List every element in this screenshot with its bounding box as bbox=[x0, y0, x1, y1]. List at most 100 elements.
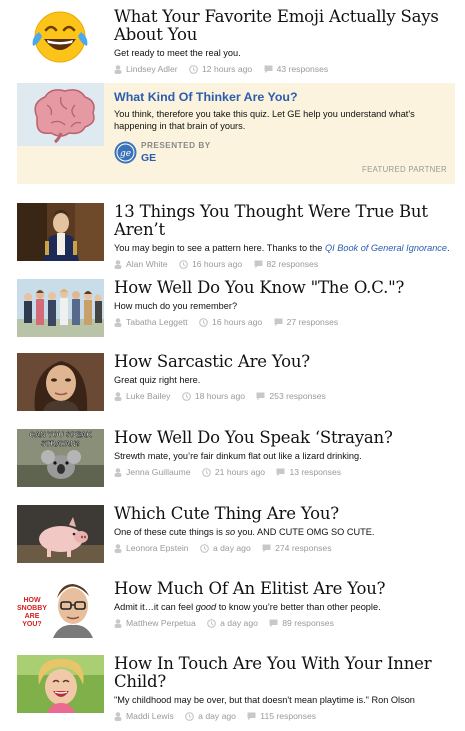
post-time: a day ago bbox=[220, 618, 258, 628]
author-name[interactable]: Jenna Guillaume bbox=[126, 467, 191, 477]
featured-description: You think, therefore you take this quiz.… bbox=[114, 109, 415, 131]
laughing-crying-emoji-icon bbox=[32, 11, 88, 63]
quiz-item-body: 13 Things You Thought Were True But Aren… bbox=[114, 203, 457, 271]
user-icon bbox=[114, 259, 122, 269]
quiz-item-body: How Well Do You Know "The O.C."? How muc… bbox=[114, 279, 457, 329]
quiz-item-body: What Your Favorite Emoji Actually Says A… bbox=[114, 8, 457, 76]
desc-text: You may begin to see a pattern here. bbox=[114, 243, 265, 253]
quiz-title[interactable]: How In Touch Are You With Your Inner Chi… bbox=[114, 655, 457, 691]
desc-text-end: you. AND CUTE OMG SO CUTE. bbox=[235, 527, 375, 537]
presented-label: PRESENTED BY bbox=[141, 141, 211, 150]
featured-title[interactable]: What Kind Of Thinker Are You? bbox=[114, 90, 447, 104]
quiz-meta: Jenna Guillaume 21 hours ago 13 response… bbox=[114, 467, 457, 479]
clock-icon bbox=[181, 391, 191, 401]
quiz-title[interactable]: 13 Things You Thought Were True But Aren… bbox=[114, 203, 457, 239]
response-count[interactable]: 115 responses bbox=[260, 711, 316, 721]
quiz-description: Strewth mate, you’re fair dinkum flat ou… bbox=[114, 451, 362, 461]
user-icon bbox=[114, 618, 122, 628]
author-name[interactable]: Matthew Perpetua bbox=[126, 618, 196, 628]
quiz-title[interactable]: What Your Favorite Emoji Actually Says A… bbox=[114, 8, 457, 44]
post-time: a day ago bbox=[212, 543, 251, 553]
desc-emphasis: so bbox=[225, 527, 236, 537]
featured-partner-card[interactable]: What Kind Of Thinker Are You? You think,… bbox=[17, 83, 455, 184]
presented-by[interactable]: ge PRESENTED BY GE bbox=[114, 141, 254, 169]
quiz-item-body: Which Cute Thing Are You? One of these c… bbox=[114, 505, 457, 555]
quiz-meta: Tabatha Leggett 16 hours ago 27 response… bbox=[114, 317, 457, 329]
response-count[interactable]: 13 responses bbox=[289, 467, 341, 477]
quiz-meta: Matthew Perpetua a day ago 89 responses bbox=[114, 618, 457, 630]
quiz-meta: Maddi Lewis a day ago 115 responses bbox=[114, 711, 457, 723]
laughing-child-photo-icon bbox=[17, 655, 104, 713]
quiz-description: "My childhood may be over, but that does… bbox=[114, 694, 457, 706]
thumb-caption-line-2: SNOBBY bbox=[17, 605, 47, 612]
emoji-thumbnail[interactable] bbox=[17, 8, 104, 66]
quiz-description: Admit it…it can feel good to know you’re… bbox=[114, 601, 457, 613]
user-icon bbox=[114, 543, 122, 553]
post-time: 18 hours ago bbox=[194, 391, 245, 401]
snobby-thumbnail[interactable]: HOW SNOBBY ARE YOU? bbox=[17, 580, 104, 638]
thumb-caption-line-4: YOU? bbox=[22, 621, 41, 628]
child-thumbnail[interactable] bbox=[17, 655, 104, 713]
response-count[interactable]: 82 responses bbox=[267, 259, 319, 269]
ge-logo-icon: ge bbox=[114, 141, 137, 164]
quiz-meta: Lindsey Adler 12 hours ago 43 responses bbox=[114, 64, 457, 76]
brain-thumbnail[interactable] bbox=[17, 83, 104, 146]
quiz-description: You may begin to see a pattern here. Tha… bbox=[114, 242, 457, 254]
author-name[interactable]: Alan White bbox=[126, 259, 168, 269]
quiz-item-body: How Much Of An Elitist Are You? Admit it… bbox=[114, 580, 457, 630]
sarcastic-face-photo-icon bbox=[17, 353, 104, 411]
user-icon bbox=[114, 711, 122, 721]
thumb-caption-line-1: CAN YOU SPEAK bbox=[29, 430, 92, 439]
desc-text: One of these cute things is bbox=[114, 527, 226, 537]
quiz-title[interactable]: Which Cute Thing Are You? bbox=[114, 505, 457, 523]
desc-text-mid: Thanks to the bbox=[264, 243, 325, 253]
quiz-item-body: How Well Do You Speak ‘Strayan? Strewth … bbox=[114, 429, 457, 479]
quiz-item-body: How In Touch Are You With Your Inner Chi… bbox=[114, 655, 457, 723]
thumb-caption-line-3: ARE bbox=[25, 613, 40, 620]
desc-emphasis: good bbox=[195, 602, 217, 612]
quiz-item-body: How Sarcastic Are You? Great quiz right … bbox=[114, 353, 457, 403]
quiz-description: One of these cute things is so you. AND … bbox=[114, 526, 457, 538]
comment-icon bbox=[247, 712, 256, 720]
clock-icon bbox=[179, 259, 188, 269]
thumb-caption-line-2: STRAYAN? bbox=[41, 439, 81, 448]
quiz-title[interactable]: How Well Do You Know "The O.C."? bbox=[114, 279, 457, 297]
piglet-thumbnail[interactable] bbox=[17, 505, 104, 563]
comment-icon bbox=[274, 318, 283, 326]
response-count[interactable]: 274 responses bbox=[275, 543, 331, 553]
desc-quote: "My childhood may be over, but that does… bbox=[114, 695, 369, 705]
sarcastic-thumbnail[interactable] bbox=[17, 353, 104, 411]
clock-icon bbox=[189, 64, 198, 74]
oc-cast-photo-icon bbox=[17, 279, 104, 337]
author-name[interactable]: Leonora Epstein bbox=[126, 543, 189, 553]
post-time: 21 hours ago bbox=[214, 467, 266, 477]
author-name[interactable]: Luke Bailey bbox=[126, 391, 170, 401]
desc-attribution: Ron Olson bbox=[368, 695, 415, 705]
response-count[interactable]: 43 responses bbox=[277, 64, 329, 74]
author-name[interactable]: Lindsey Adler bbox=[126, 64, 178, 74]
user-icon bbox=[114, 317, 122, 327]
response-count[interactable]: 253 responses bbox=[269, 391, 325, 401]
napoleon-thumbnail[interactable] bbox=[17, 203, 104, 261]
comment-icon bbox=[276, 468, 285, 476]
post-time: 16 hours ago bbox=[212, 317, 263, 327]
quiz-title[interactable]: How Well Do You Speak ‘Strayan? bbox=[114, 429, 457, 447]
comment-icon bbox=[264, 65, 273, 73]
quiz-title[interactable]: How Sarcastic Are You? bbox=[114, 353, 457, 371]
sponsor-name[interactable]: GE bbox=[141, 152, 156, 164]
quiz-title[interactable]: How Much Of An Elitist Are You? bbox=[114, 580, 457, 598]
clock-icon bbox=[199, 317, 208, 327]
comment-icon bbox=[262, 544, 271, 552]
brain-illustration-icon bbox=[17, 83, 104, 146]
author-name[interactable]: Maddi Lewis bbox=[126, 711, 174, 721]
post-time: a day ago bbox=[198, 711, 236, 721]
clock-icon bbox=[200, 543, 209, 553]
response-count[interactable]: 27 responses bbox=[287, 317, 339, 327]
koala-thumbnail[interactable]: CAN YOU SPEAK STRAYAN? bbox=[17, 429, 104, 487]
response-count[interactable]: 89 responses bbox=[282, 618, 334, 628]
napoleon-portrait-icon bbox=[17, 203, 104, 261]
featured-partner-label: FEATURED PARTNER bbox=[362, 165, 447, 174]
oc-cast-thumbnail[interactable] bbox=[17, 279, 104, 337]
author-name[interactable]: Tabatha Leggett bbox=[126, 317, 188, 327]
qi-book-link[interactable]: QI Book of General Ignorance bbox=[325, 243, 447, 253]
